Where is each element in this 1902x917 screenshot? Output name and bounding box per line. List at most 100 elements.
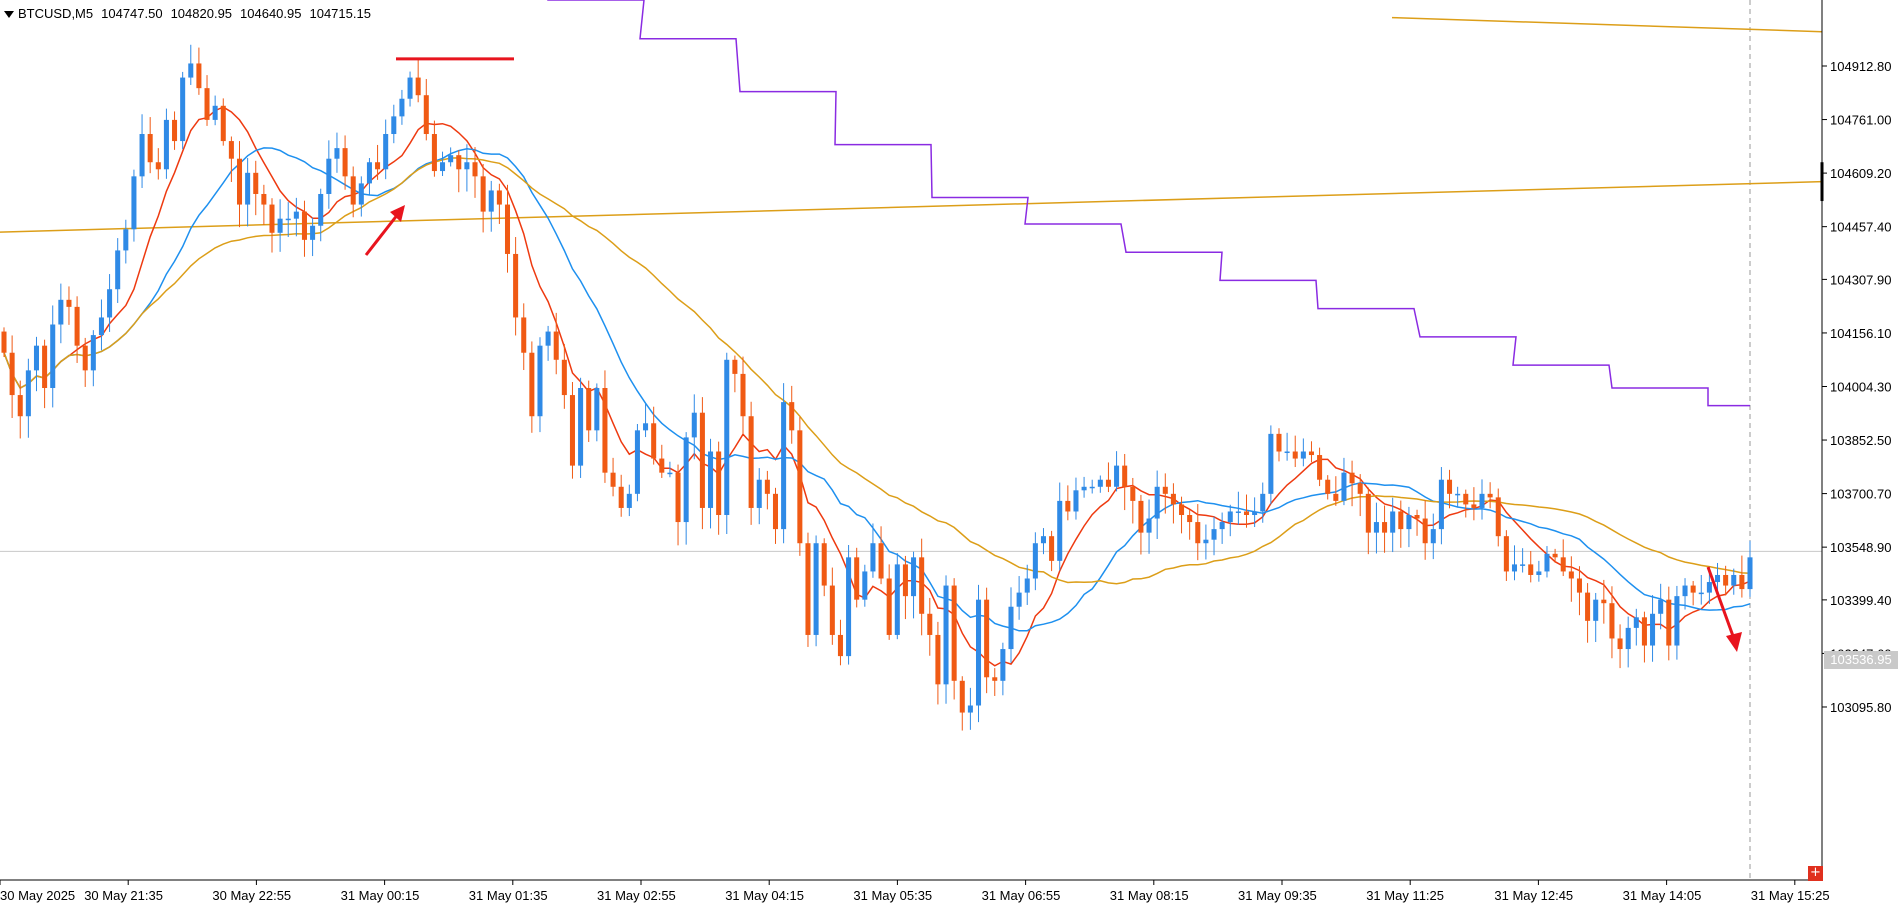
candle-body [431,134,437,172]
candle-body [1471,504,1477,508]
candle-body [407,77,413,99]
candle-body [1625,627,1631,650]
candle-body [350,176,356,205]
candle-body [683,437,689,523]
chart-area[interactable]: 104912.80 104761.00 104609.20 104457.40 1043… [0,0,1902,912]
candle-body [862,571,868,600]
candle-body [1373,522,1379,533]
price-chart[interactable]: 104912.80 104761.00 104609.20 104457.40 1043… [0,0,1902,912]
candle-body [1162,486,1168,494]
candle-body [894,564,900,635]
candle-body [1633,617,1639,628]
candle-body [1357,483,1363,494]
candle-body [1520,564,1526,566]
candle-body [602,388,608,473]
candle-body [1455,493,1461,496]
candle-body [1568,571,1574,579]
candle-body [228,141,234,159]
ma-slow-line [3,157,1751,585]
candle-body [1032,543,1038,579]
ma-mid-line [3,147,1751,632]
candle-body [935,634,941,685]
candle-body [634,430,640,494]
candle-body [42,345,48,389]
candle-body [1365,493,1371,533]
y-tick-label: 103548.90 [1830,540,1891,555]
candle-body [212,105,218,120]
x-tick-label: 31 May 00:15 [341,888,420,903]
exit-arrow-icon [1726,632,1742,652]
x-tick-label: 31 May 02:55 [597,888,676,903]
candle-body [610,472,616,487]
candle-body [1008,606,1014,650]
candle-body [1049,536,1055,561]
candle-body [415,77,421,96]
candle-body [334,148,340,159]
candle-body [480,176,486,212]
candle-body [1544,553,1550,572]
candle-body [1252,511,1258,516]
candle-body [911,557,917,597]
candle-body [1650,613,1656,646]
dropdown-triangle-icon[interactable] [4,11,14,19]
candle-body [1658,599,1664,614]
candle-body [561,359,567,396]
candle-body [236,158,243,205]
plus-icon[interactable]: + [1808,866,1823,881]
symbol-label: BTCUSD,M5 [18,6,94,21]
candle-body [163,119,169,170]
candle-body [1349,472,1355,484]
candle-body [1276,433,1282,452]
candle-body [569,395,575,466]
y-tick-label: 103700.70 [1830,487,1891,502]
candle-body [1714,574,1721,583]
candle-body [318,193,324,226]
candle-body [708,451,714,508]
candle-body [1382,522,1388,533]
candle-body [659,458,665,473]
candle-body [25,370,31,417]
candle-body [1097,479,1103,487]
candle-body [1593,599,1599,621]
candle-body [740,373,746,417]
candle-body [1723,574,1729,586]
candle-body [1211,529,1217,540]
candle-body [423,95,429,135]
candle-body [716,451,722,516]
candle-body [1438,479,1444,530]
candle-body [342,148,348,177]
candle-body [837,634,843,657]
x-tick-label: 31 May 09:35 [1238,888,1317,903]
close-value: 104715.15 [309,6,371,21]
candle-body [98,317,104,336]
candle-body [1073,490,1079,512]
candle-body [1511,564,1518,572]
candle-body [115,250,121,290]
candle-body [1528,564,1534,575]
candle-body [1292,451,1298,459]
candle-body [513,253,519,318]
candle-body [1235,511,1241,513]
candle-body [1081,486,1087,491]
candle-body [626,493,632,508]
candle-body [1560,557,1566,572]
candle-body [391,116,397,135]
x-tick-label: 31 May 01:35 [469,888,548,903]
candle-body [1617,638,1623,650]
candle-body [1585,592,1591,621]
x-tick-label: 31 May 06:55 [982,888,1061,903]
candle-body [1601,599,1607,604]
candle-body [764,479,770,494]
candle-body [1040,536,1046,544]
candle-body [1195,522,1201,544]
candle-body [504,204,511,254]
candle-body [756,479,762,508]
x-tick-label: 31 May 12:45 [1494,888,1573,903]
candle-body [74,306,80,346]
candle-body [1463,493,1469,505]
candle-body [675,472,681,523]
candle-body [1179,504,1185,516]
candle-body [9,352,15,396]
candle-body [1138,500,1144,533]
stepped-level-line [547,0,1750,407]
